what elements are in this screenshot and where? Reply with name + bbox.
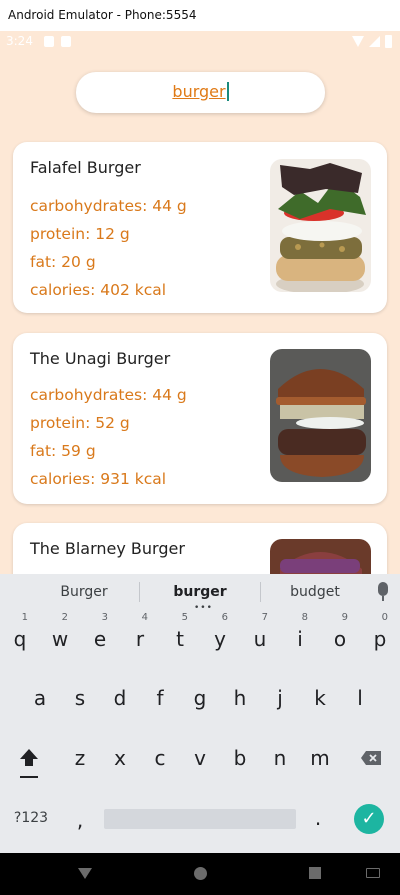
key-hint: 7 [261, 612, 268, 623]
wifi-icon [352, 36, 364, 47]
key-label: o [333, 627, 347, 651]
carbohydrates-value: carbohydrates: 44 g [30, 386, 187, 404]
key-t[interactable]: t5 [160, 613, 200, 659]
key-a[interactable]: a [20, 678, 60, 718]
navigation-bar [0, 853, 400, 895]
key-hint: 8 [301, 612, 308, 623]
enter-key[interactable]: ✓ [354, 804, 384, 834]
key-hint: 2 [61, 612, 68, 623]
key-u[interactable]: u7 [240, 613, 280, 659]
key-o[interactable]: o9 [320, 613, 360, 659]
key-hint: 0 [381, 612, 388, 623]
key-k[interactable]: k [300, 678, 340, 718]
checkmark-icon: ✓ [361, 808, 377, 829]
key-label: e [93, 627, 107, 651]
key-q[interactable]: q1 [0, 613, 40, 659]
calories-value: calories: 402 kcal [30, 281, 167, 299]
symbols-key[interactable]: ?123 [11, 798, 51, 838]
search-input[interactable]: burger [76, 72, 325, 113]
key-h[interactable]: h [220, 678, 260, 718]
key-i[interactable]: i8 [280, 613, 320, 659]
key-label: y [214, 627, 226, 651]
window-title: Android Emulator - Phone:5554 [8, 8, 197, 22]
key-b[interactable]: b [220, 738, 260, 778]
key-r[interactable]: r4 [120, 613, 160, 659]
key-hint: 6 [221, 612, 228, 623]
key-label: q [13, 627, 27, 651]
key-c[interactable]: c [140, 738, 180, 778]
shift-icon [20, 749, 38, 766]
key-hint: 9 [341, 612, 348, 623]
back-icon[interactable] [78, 868, 92, 879]
shift-key[interactable] [9, 738, 49, 778]
suggestion-2[interactable]: burger [145, 584, 255, 600]
notification-icon [44, 36, 54, 47]
space-bar[interactable] [104, 809, 296, 829]
signal-icon [369, 36, 380, 47]
comma-key[interactable]: , [60, 800, 100, 840]
home-icon[interactable] [194, 867, 207, 880]
key-label: t [176, 627, 184, 651]
recent-apps-icon[interactable] [309, 867, 321, 879]
key-v[interactable]: v [180, 738, 220, 778]
key-p[interactable]: p0 [360, 613, 400, 659]
key-e[interactable]: e3 [80, 613, 120, 659]
key-label: i [297, 627, 303, 651]
sd-card-icon [61, 36, 71, 47]
keyboard-switch-icon[interactable] [366, 868, 380, 878]
status-bar: 3:24 [0, 31, 400, 53]
key-hint: 3 [101, 612, 108, 623]
protein-value: protein: 12 g [30, 225, 130, 243]
suggestion-1[interactable]: Burger [29, 584, 139, 600]
recipe-card[interactable]: The Unagi Burger carbohydrates: 44 g pro… [13, 333, 387, 504]
period-key[interactable]: . [298, 798, 338, 838]
key-s[interactable]: s [60, 678, 100, 718]
key-label: r [135, 627, 145, 651]
suggestion-divider [139, 582, 140, 602]
key-z[interactable]: z [60, 738, 100, 778]
key-f[interactable]: f [140, 678, 180, 718]
recipe-name: Falafel Burger [30, 158, 141, 177]
emulator-title-bar: Android Emulator - Phone:5554 [0, 0, 400, 31]
key-j[interactable]: j [260, 678, 300, 718]
key-n[interactable]: n [260, 738, 300, 778]
calories-value: calories: 931 kcal [30, 470, 167, 488]
key-y[interactable]: y6 [200, 613, 240, 659]
key-l[interactable]: l [340, 678, 380, 718]
key-label: p [373, 627, 387, 651]
fat-value: fat: 20 g [30, 253, 96, 271]
key-m[interactable]: m [300, 738, 340, 778]
key-d[interactable]: d [100, 678, 140, 718]
suggestion-3[interactable]: budget [260, 584, 370, 600]
shift-lock-indicator [20, 776, 38, 778]
search-query: burger [172, 82, 229, 101]
key-g[interactable]: g [180, 678, 220, 718]
backspace-key[interactable] [351, 738, 391, 778]
key-label: u [253, 627, 267, 651]
carbohydrates-value: carbohydrates: 44 g [30, 197, 187, 215]
backspace-icon [361, 751, 381, 765]
recipe-card[interactable]: Falafel Burger carbohydrates: 44 g prote… [13, 142, 387, 313]
key-label: w [51, 627, 69, 651]
recipe-name: The Blarney Burger [30, 539, 185, 558]
recipe-name: The Unagi Burger [30, 349, 171, 368]
recipe-image [270, 159, 371, 292]
key-hint: 5 [181, 612, 188, 623]
more-suggestions-icon: ••• [194, 603, 213, 613]
recipe-image [270, 349, 371, 482]
key-x[interactable]: x [100, 738, 140, 778]
key-hint: 1 [21, 612, 28, 623]
key-w[interactable]: w2 [40, 613, 80, 659]
microphone-icon[interactable] [378, 582, 388, 601]
battery-icon [385, 35, 392, 48]
status-time: 3:24 [6, 34, 33, 48]
fat-value: fat: 59 g [30, 442, 96, 460]
soft-keyboard: Burger burger ••• budget q1 w2 e3 r4 t5 … [0, 574, 400, 853]
key-hint: 4 [141, 612, 148, 623]
protein-value: protein: 52 g [30, 414, 130, 432]
